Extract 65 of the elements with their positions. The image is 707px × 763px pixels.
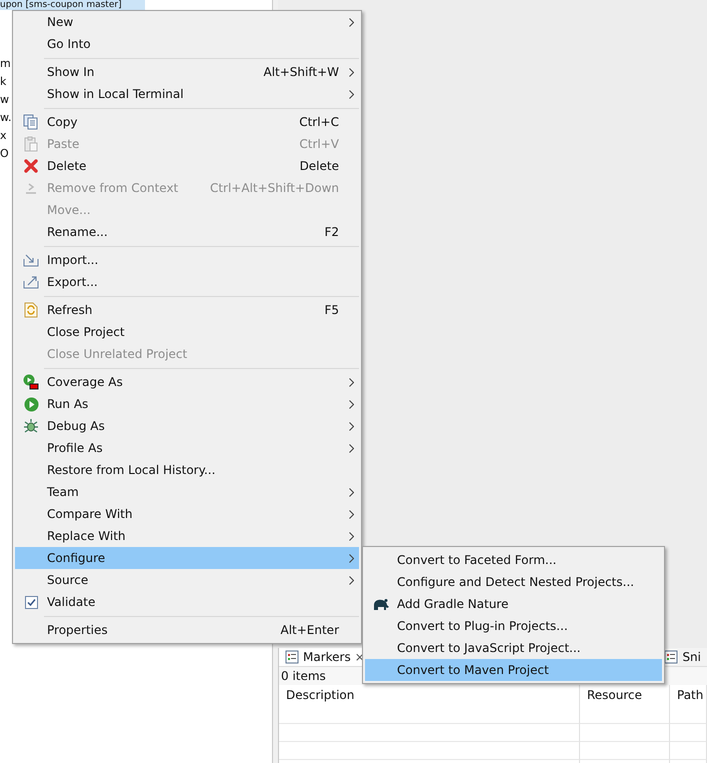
import-icon xyxy=(23,253,39,267)
menu-item[interactable]: Profile As xyxy=(15,437,359,459)
table-cell xyxy=(670,742,707,760)
menu-item[interactable]: Close Project xyxy=(15,321,359,343)
chevron-right-icon xyxy=(348,90,354,98)
menu-item[interactable]: Debug As xyxy=(15,415,359,437)
menu-item[interactable]: Run As xyxy=(15,393,359,415)
menu-item[interactable]: Properties Alt+Enter xyxy=(15,619,359,641)
tree-item[interactable]: upon [sms-coupon master] xyxy=(0,0,145,10)
chevron-right-icon xyxy=(348,68,354,76)
list-icon xyxy=(285,650,299,664)
tree-item[interactable]: x xyxy=(0,127,7,145)
run-icon xyxy=(24,396,38,412)
menu-item[interactable]: Refresh F5 xyxy=(15,299,359,321)
column-header[interactable]: Path xyxy=(670,685,707,706)
menu-item[interactable]: Team xyxy=(15,481,359,503)
bug-icon xyxy=(23,418,39,434)
refresh-icon xyxy=(24,302,38,318)
menu-item[interactable]: Go Into xyxy=(15,33,359,55)
menu-item[interactable]: Replace With xyxy=(15,525,359,547)
menu-item[interactable]: Copy Ctrl+C xyxy=(15,111,359,133)
chevron-right-icon xyxy=(348,488,354,496)
chevron-right-icon xyxy=(348,554,354,562)
menu-item[interactable]: Convert to Maven Project xyxy=(365,659,662,681)
export-icon xyxy=(23,275,39,289)
menu-item[interactable]: Show in Local Terminal xyxy=(15,83,359,105)
chevron-right-icon xyxy=(348,444,354,452)
chevron-right-icon xyxy=(348,510,354,518)
menu-item[interactable]: Export... xyxy=(15,271,359,293)
tree-item[interactable]: O xyxy=(0,145,9,163)
documents-icon xyxy=(23,114,39,130)
elephant-icon xyxy=(372,598,390,610)
menu-item[interactable]: Restore from Local History... xyxy=(15,459,359,481)
chevron-right-icon xyxy=(348,18,354,26)
table-cell xyxy=(670,724,707,742)
tree-item[interactable]: k xyxy=(0,73,6,91)
menu-item[interactable]: Source xyxy=(15,569,359,591)
menu-item[interactable]: Show In Alt+Shift+W xyxy=(15,61,359,83)
delete-icon xyxy=(24,159,38,173)
chevron-right-icon xyxy=(348,532,354,540)
chevron-right-icon xyxy=(348,400,354,408)
column-header[interactable]: Description xyxy=(279,685,580,706)
menu-item[interactable]: Convert to Faceted Form... xyxy=(365,549,662,571)
tree-item[interactable]: m xyxy=(0,55,11,73)
menu-item[interactable]: Import... xyxy=(15,249,359,271)
chevron-right-icon xyxy=(348,422,354,430)
menu-item[interactable]: Validate xyxy=(15,591,359,613)
menu-item[interactable]: Delete Delete xyxy=(15,155,359,177)
table-cell xyxy=(670,706,707,724)
menu-item[interactable]: Add Gradle Nature xyxy=(365,593,662,615)
tree-item[interactable]: w. xyxy=(0,109,12,127)
menu-item[interactable]: Coverage As xyxy=(15,371,359,393)
menu-item[interactable]: Convert to Plug-in Projects... xyxy=(365,615,662,637)
column-header[interactable]: Resource xyxy=(580,685,670,706)
menu-item[interactable]: Compare With xyxy=(15,503,359,525)
arrow-icon xyxy=(23,181,39,195)
chevron-right-icon xyxy=(348,576,354,584)
menu-item[interactable]: Configure and Detect Nested Projects... xyxy=(365,571,662,593)
menu-item[interactable]: Configure xyxy=(15,547,359,569)
chevron-right-icon xyxy=(348,378,354,386)
menu-item[interactable]: Rename... F2 xyxy=(15,221,359,243)
menu-item[interactable]: New xyxy=(15,11,359,33)
tree-item[interactable]: w xyxy=(0,91,9,109)
clipboard-icon xyxy=(23,136,39,152)
coverage-icon xyxy=(23,374,39,390)
